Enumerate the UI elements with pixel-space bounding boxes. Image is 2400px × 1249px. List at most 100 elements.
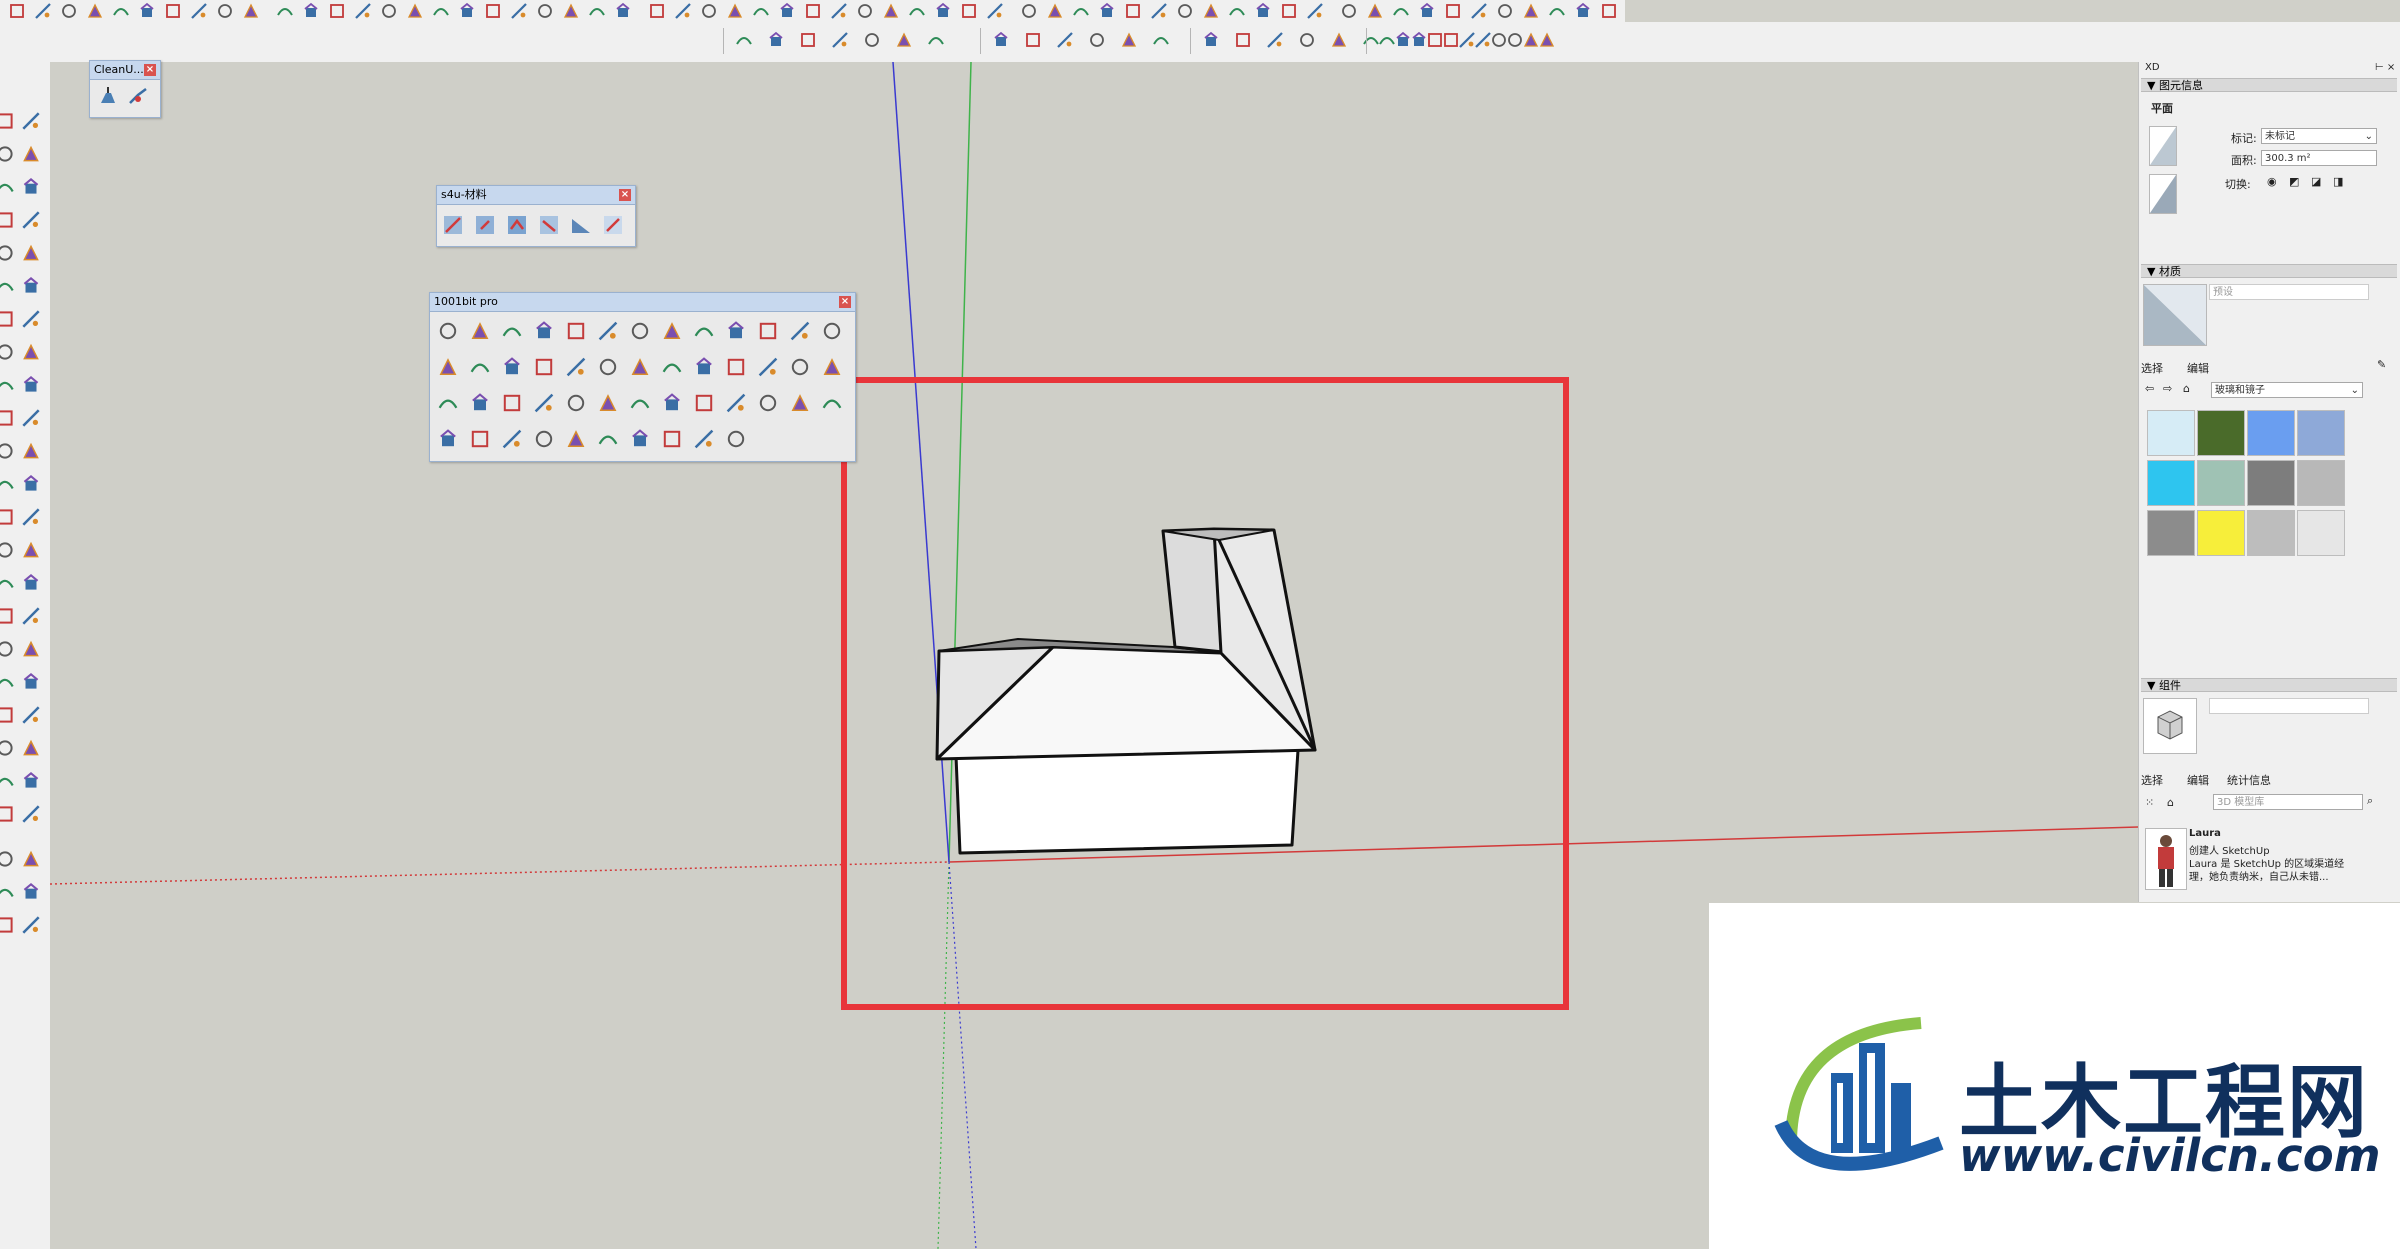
toolbar-tool-icon[interactable] — [1598, 1, 1620, 21]
left-toolbar-tool-icon[interactable] — [0, 110, 16, 132]
left-toolbar-tool-icon[interactable] — [20, 704, 42, 726]
bit1001-tool-icon[interactable] — [500, 391, 524, 415]
left-toolbar-tool-icon[interactable] — [0, 275, 16, 297]
material-swatch[interactable] — [2297, 460, 2345, 506]
1001bit-close-button[interactable]: × — [839, 296, 851, 308]
left-toolbar-tool-icon[interactable] — [20, 143, 42, 165]
left-toolbar-tool-icon[interactable] — [0, 407, 16, 429]
toolbar-tool-icon[interactable] — [404, 1, 426, 21]
toolbar-plugin-icon[interactable] — [1232, 30, 1254, 50]
bit1001-tool-icon[interactable] — [532, 319, 556, 343]
toolbar-plugin-icon[interactable] — [1296, 30, 1318, 50]
bit1001-tool-icon[interactable] — [468, 319, 492, 343]
left-toolbar-tool-icon[interactable] — [0, 539, 16, 561]
bit1001-tool-icon[interactable] — [820, 319, 844, 343]
left-toolbar-tool-icon[interactable] — [0, 341, 16, 363]
toolbar-plugin-icon[interactable] — [765, 30, 787, 50]
toolbar-plugin-icon[interactable] — [1086, 30, 1108, 50]
bit1001-tool-icon[interactable] — [820, 391, 844, 415]
bit1001-tool-icon[interactable] — [468, 427, 492, 451]
toolbar-plugin-icon[interactable] — [1504, 30, 1526, 50]
components-header[interactable]: ▼ 组件 — [2141, 678, 2397, 692]
toolbar-tool-icon[interactable] — [1520, 1, 1542, 21]
bit1001-tool-icon[interactable] — [660, 355, 684, 379]
material-swatch[interactable] — [2247, 460, 2295, 506]
bit1001-tool-icon[interactable] — [724, 355, 748, 379]
toolbar-tool-icon[interactable] — [534, 1, 556, 21]
toolbar-tool-icon[interactable] — [188, 1, 210, 21]
material-swatch[interactable] — [2247, 410, 2295, 456]
material-collection-select[interactable]: 玻璃和镜子 ⌄ — [2211, 382, 2363, 398]
toolbar-tool-icon[interactable] — [612, 1, 634, 21]
left-toolbar-tool-icon[interactable] — [20, 110, 42, 132]
front-face-swatch[interactable] — [2149, 126, 2177, 166]
bit1001-tool-icon[interactable] — [596, 391, 620, 415]
materials-tab-select[interactable]: 选择 — [2141, 360, 2163, 376]
material-swatch[interactable] — [2297, 510, 2345, 556]
forward-arrow-icon[interactable]: ⇨ — [2163, 382, 2172, 395]
bit1001-tool-icon[interactable] — [468, 391, 492, 415]
material-swatch[interactable] — [2147, 460, 2195, 506]
toolbar-tool-icon[interactable] — [1364, 1, 1386, 21]
left-toolbar-tool-icon[interactable] — [0, 671, 16, 693]
cleanup-close-button[interactable]: × — [144, 64, 156, 76]
toolbar-tool-icon[interactable] — [1226, 1, 1248, 21]
bit1001-tool-icon[interactable] — [660, 391, 684, 415]
left-toolbar-tool-icon[interactable] — [20, 275, 42, 297]
bit1001-tool-icon[interactable] — [596, 319, 620, 343]
left-toolbar-tool-icon[interactable] — [0, 881, 16, 903]
laura-thumbnail[interactable] — [2145, 828, 2187, 890]
components-tab-stats[interactable]: 统计信息 — [2227, 772, 2271, 788]
toolbar-tool-icon[interactable] — [482, 1, 504, 21]
toolbar-plugin-icon[interactable] — [1200, 30, 1222, 50]
toolbar-plugin-icon[interactable] — [1328, 30, 1350, 50]
left-toolbar-tool-icon[interactable] — [20, 914, 42, 936]
left-toolbar-tool-icon[interactable] — [20, 374, 42, 396]
bit1001-tool-icon[interactable] — [628, 319, 652, 343]
left-toolbar-tool-icon[interactable] — [0, 605, 16, 627]
materials-tab-edit[interactable]: 编辑 — [2187, 360, 2209, 376]
bit1001-tool-icon[interactable] — [820, 355, 844, 379]
bit1001-tool-icon[interactable] — [436, 391, 460, 415]
left-toolbar-tool-icon[interactable] — [0, 737, 16, 759]
back-arrow-icon[interactable]: ⇦ — [2145, 382, 2154, 395]
bit1001-tool-icon[interactable] — [532, 355, 556, 379]
bit1001-tool-icon[interactable] — [500, 319, 524, 343]
toolbar-plugin-icon[interactable] — [1536, 30, 1558, 50]
toolbar-tool-icon[interactable] — [110, 1, 132, 21]
left-toolbar-tool-icon[interactable] — [20, 341, 42, 363]
left-toolbar-tool-icon[interactable] — [20, 209, 42, 231]
toolbar-plugin-icon[interactable] — [1264, 30, 1286, 50]
home-icon[interactable]: ⌂ — [2183, 382, 2190, 395]
toolbar-tool-icon[interactable] — [672, 1, 694, 21]
current-material-swatch[interactable] — [2143, 284, 2207, 346]
toolbar-plugin-icon[interactable] — [1054, 30, 1076, 50]
toolbar-tool-icon[interactable] — [932, 1, 954, 21]
toolbar-tool-icon[interactable] — [162, 1, 184, 21]
left-toolbar-tool-icon[interactable] — [20, 848, 42, 870]
toolbar-tool-icon[interactable] — [214, 1, 236, 21]
toolbar-plugin-icon[interactable] — [1022, 30, 1044, 50]
bit1001-tool-icon[interactable] — [756, 391, 780, 415]
eyedropper-icon[interactable]: ✎ — [2377, 358, 2386, 371]
bit1001-tool-icon[interactable] — [660, 319, 684, 343]
shadow-toggle-icon[interactable]: ◨ — [2333, 175, 2343, 188]
material-swatch[interactable] — [2147, 510, 2195, 556]
left-toolbar-tool-icon[interactable] — [20, 440, 42, 462]
left-toolbar-tool-icon[interactable] — [20, 737, 42, 759]
component-name-field[interactable] — [2209, 698, 2369, 714]
toolbar-tool-icon[interactable] — [646, 1, 668, 21]
material-swatch[interactable] — [2147, 410, 2195, 456]
material-swatch[interactable] — [2297, 410, 2345, 456]
bit1001-tool-icon[interactable] — [468, 355, 492, 379]
bit1001-tool-icon[interactable] — [724, 427, 748, 451]
entity-info-header[interactable]: ▼ 图元信息 — [2141, 78, 2397, 92]
toolbar-tool-icon[interactable] — [1494, 1, 1516, 21]
toolbar-tool-icon[interactable] — [906, 1, 928, 21]
left-toolbar-tool-icon[interactable] — [20, 308, 42, 330]
toolbar-tool-icon[interactable] — [508, 1, 530, 21]
left-toolbar-tool-icon[interactable] — [20, 506, 42, 528]
toolbar-tool-icon[interactable] — [776, 1, 798, 21]
s4u-material-icon-5[interactable] — [569, 213, 593, 237]
bit1001-tool-icon[interactable] — [692, 391, 716, 415]
